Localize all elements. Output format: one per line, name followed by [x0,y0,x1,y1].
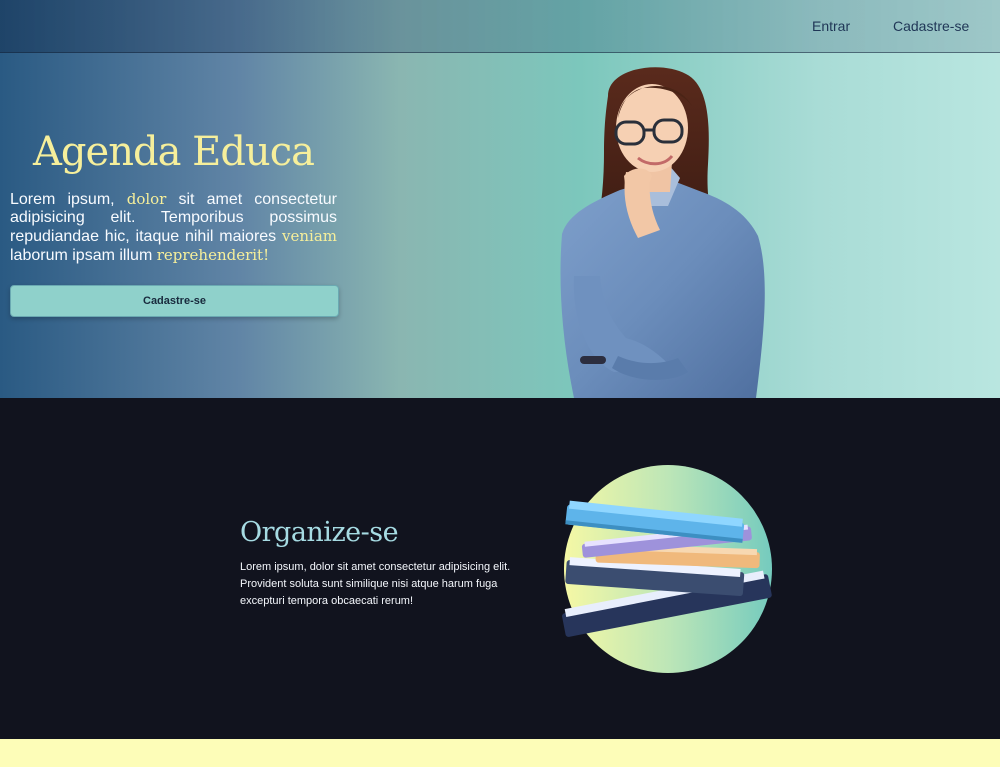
hero-highlight-1: dolor [126,190,167,208]
top-navbar: Entrar Cadastre-se [0,0,1000,53]
signup-link[interactable]: Cadastre-se [893,18,969,34]
hero-text-part-1: Lorem ipsum, [10,191,127,208]
organize-section: Organize-se Lorem ipsum, dolor sit amet … [0,398,1000,739]
hero-highlight-2: veniam [282,227,337,245]
hero-text-part-3: laborum ipsam illum [10,247,157,264]
hero-highlight-3: reprehenderit! [156,246,270,264]
student-woman-image [560,67,765,398]
hero-section: Entrar Cadastre-se Agenda Educa Lorem ip… [0,0,1000,398]
hero-description: Lorem ipsum, dolor sit amet consectetur … [10,190,337,265]
hero-signup-button[interactable]: Cadastre-se [10,285,339,317]
login-link[interactable]: Entrar [812,18,850,34]
hero-title: Agenda Educa [33,129,315,175]
organize-title: Organize-se [240,517,399,548]
organize-description: Lorem ipsum, dolor sit amet consectetur … [240,561,511,607]
books-illustration [562,465,772,673]
footer-strip [0,739,1000,767]
